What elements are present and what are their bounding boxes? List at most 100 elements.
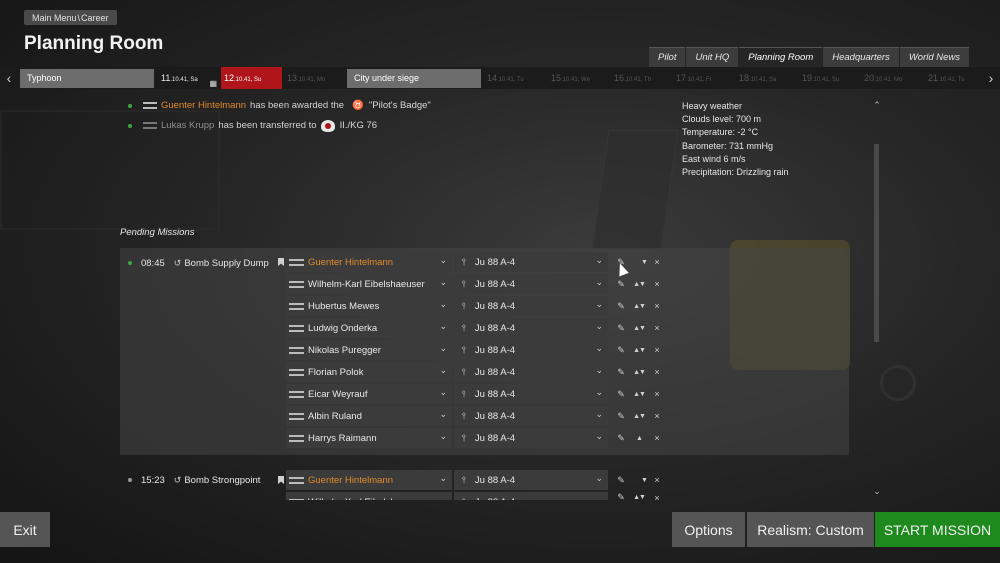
timeline-day-20[interactable]: 20.10.41, Mo — [861, 67, 923, 89]
timeline-day-11[interactable]: 11.10.41, Sa ▦ — [158, 67, 220, 89]
reorder-controls[interactable]: ▲▼ — [627, 281, 651, 288]
notification-pilot-name[interactable]: Lukas Krupp — [161, 120, 214, 131]
notification-pilot-name[interactable]: Guenter Hintelmann — [161, 100, 246, 111]
pilot-select[interactable]: Guenter Hintelmann ⌄ — [286, 252, 452, 272]
realism-button[interactable]: Realism: Custom — [747, 512, 874, 547]
tab-pilot[interactable]: Pilot — [649, 47, 686, 67]
move-down-icon[interactable]: ▼ — [639, 369, 646, 376]
reorder-controls[interactable]: ▼ — [627, 259, 651, 266]
wrench-icon[interactable]: ✎ — [615, 389, 627, 400]
mission-header[interactable]: 08:45 ↺ Bomb Supply Dump — [128, 255, 269, 271]
tab-unit-hq[interactable]: Unit HQ — [686, 47, 739, 67]
pilot-select[interactable]: Eicar Weyrauf ⌄ — [286, 384, 452, 404]
wrench-icon[interactable]: ✎ — [615, 411, 627, 422]
close-icon[interactable]: × — [651, 301, 663, 311]
tab-world-news[interactable]: World News — [899, 47, 970, 67]
pilot-select[interactable]: Albin Ruland ⌄ — [286, 406, 452, 426]
plane-select[interactable]: ⫯ Ju 88 A-4 ⌄ — [454, 384, 608, 404]
move-down-icon[interactable]: ▼ — [639, 494, 646, 500]
move-down-icon[interactable]: ▼ — [639, 281, 646, 288]
move-down-icon[interactable]: ▼ — [641, 259, 648, 266]
close-icon[interactable]: × — [651, 257, 663, 267]
move-up-icon[interactable]: ▲ — [636, 435, 643, 442]
timeline-day-12[interactable]: 12.10.41, Su — [221, 67, 282, 89]
move-down-icon[interactable]: ▼ — [639, 391, 646, 398]
timeline-day-14[interactable]: 14.10.41, Tu — [484, 67, 546, 89]
close-icon[interactable]: × — [651, 279, 663, 289]
scroll-thumb[interactable] — [874, 144, 879, 342]
pilot-select[interactable]: Nikolas Puregger ⌄ — [286, 340, 452, 360]
plane-select[interactable]: ⫯ Ju 88 A-4 ⌄ — [454, 274, 608, 294]
reorder-controls[interactable]: ▲▼ — [627, 391, 651, 398]
timeline-event-city-under-siege[interactable]: City under siege — [347, 69, 481, 88]
reorder-controls[interactable]: ▲▼ — [627, 303, 651, 310]
exit-button[interactable]: Exit — [0, 512, 50, 547]
close-icon[interactable]: × — [651, 323, 663, 333]
move-down-icon[interactable]: ▼ — [639, 347, 646, 354]
timeline-day-13[interactable]: 13.10.41, Mo — [284, 67, 346, 89]
pilot-select[interactable]: Ludwig Onderka ⌄ — [286, 318, 452, 338]
mission-header[interactable]: 15:23 ↺ Bomb Strongpoint — [128, 472, 260, 488]
plane-select[interactable]: ⫯ Ju 88 A-4 ⌄ — [454, 428, 608, 448]
timeline-event-typhoon[interactable]: Typhoon — [20, 69, 154, 88]
timeline-day-17[interactable]: 17.10.41, Fr — [673, 67, 735, 89]
wrench-icon[interactable]: ✎ — [615, 301, 627, 312]
timeline-prev-arrow-icon[interactable]: ‹ — [0, 67, 18, 89]
reorder-controls[interactable]: ▲ — [627, 435, 651, 442]
close-icon[interactable]: × — [651, 493, 663, 501]
wrench-icon[interactable]: ✎ — [615, 475, 627, 486]
plane-select[interactable]: ⫯ Ju 88 A-4 ⌄ — [454, 340, 608, 360]
move-down-icon[interactable]: ▼ — [641, 477, 648, 484]
plane-select[interactable]: ⫯ Ju 88 A-4 ⌄ — [454, 492, 608, 500]
reorder-controls[interactable]: ▲▼ — [627, 369, 651, 376]
close-icon[interactable]: × — [651, 433, 663, 443]
pilot-select[interactable]: Wilhelm-Karl Eibelshaeuser ⌄ — [286, 274, 452, 294]
close-icon[interactable]: × — [651, 475, 663, 485]
options-button[interactable]: Options — [672, 512, 745, 547]
scrollbar[interactable]: ⌃ ⌄ — [872, 100, 882, 500]
timeline-day-16[interactable]: 16.10.41, Th — [611, 67, 673, 89]
timeline-day-19[interactable]: 19.10.41, Su — [799, 67, 861, 89]
pilot-select[interactable]: Hubertus Mewes ⌄ — [286, 296, 452, 316]
timeline-next-arrow-icon[interactable]: › — [982, 67, 1000, 89]
plane-select[interactable]: ⫯ Ju 88 A-4 ⌄ — [454, 362, 608, 382]
pilot-select[interactable]: Harrys Raimann ⌄ — [286, 428, 452, 448]
tab-headquarters[interactable]: Headquarters — [823, 47, 899, 67]
move-down-icon[interactable]: ▼ — [639, 413, 646, 420]
plane-select[interactable]: ⫯ Ju 88 A-4 ⌄ — [454, 470, 608, 490]
wrench-icon[interactable]: ✎ — [615, 279, 627, 290]
close-icon[interactable]: × — [651, 389, 663, 399]
reorder-controls[interactable]: ▲▼ — [627, 494, 651, 500]
plane-select[interactable]: ⫯ Ju 88 A-4 ⌄ — [454, 252, 608, 272]
wrench-icon[interactable]: ✎ — [615, 323, 627, 334]
breadcrumb-career[interactable]: Career — [81, 13, 109, 23]
timeline-day-15[interactable]: 15.10.41, We — [548, 67, 610, 89]
close-icon[interactable]: × — [651, 411, 663, 421]
scroll-up-icon[interactable]: ⌃ — [872, 100, 882, 111]
pilot-select[interactable]: Wilhelm-Karl Eibelshaeuser ⌄ — [286, 492, 452, 500]
reorder-controls[interactable]: ▲▼ — [627, 413, 651, 420]
pilot-select[interactable]: Florian Polok ⌄ — [286, 362, 452, 382]
close-icon[interactable]: × — [651, 345, 663, 355]
wrench-icon[interactable]: ✎ — [615, 492, 627, 500]
breadcrumb-main-menu[interactable]: Main Menu — [32, 13, 77, 23]
move-down-icon[interactable]: ▼ — [639, 303, 646, 310]
wrench-icon[interactable]: ✎ — [615, 345, 627, 356]
start-mission-button[interactable]: START MISSION — [875, 512, 1000, 547]
timeline-day-21[interactable]: 21.10.41, Tu — [925, 67, 981, 89]
wrench-icon[interactable]: ✎ — [615, 433, 627, 444]
plane-select[interactable]: ⫯ Ju 88 A-4 ⌄ — [454, 406, 608, 426]
close-icon[interactable]: × — [651, 367, 663, 377]
reorder-controls[interactable]: ▲▼ — [627, 325, 651, 332]
wrench-icon[interactable]: ✎ — [615, 367, 627, 378]
pilot-select[interactable]: Guenter Hintelmann ⌄ — [286, 470, 452, 490]
scroll-down-icon[interactable]: ⌄ — [872, 486, 882, 497]
timeline-day-18[interactable]: 18.10.41, Sa — [736, 67, 798, 89]
plane-select[interactable]: ⫯ Ju 88 A-4 ⌄ — [454, 318, 608, 338]
bookmark-icon[interactable] — [278, 476, 284, 484]
plane-select[interactable]: ⫯ Ju 88 A-4 ⌄ — [454, 296, 608, 316]
tab-planning-room[interactable]: Planning Room — [739, 47, 823, 67]
reorder-controls[interactable]: ▲▼ — [627, 347, 651, 354]
move-down-icon[interactable]: ▼ — [639, 325, 646, 332]
reorder-controls[interactable]: ▼ — [627, 477, 651, 484]
